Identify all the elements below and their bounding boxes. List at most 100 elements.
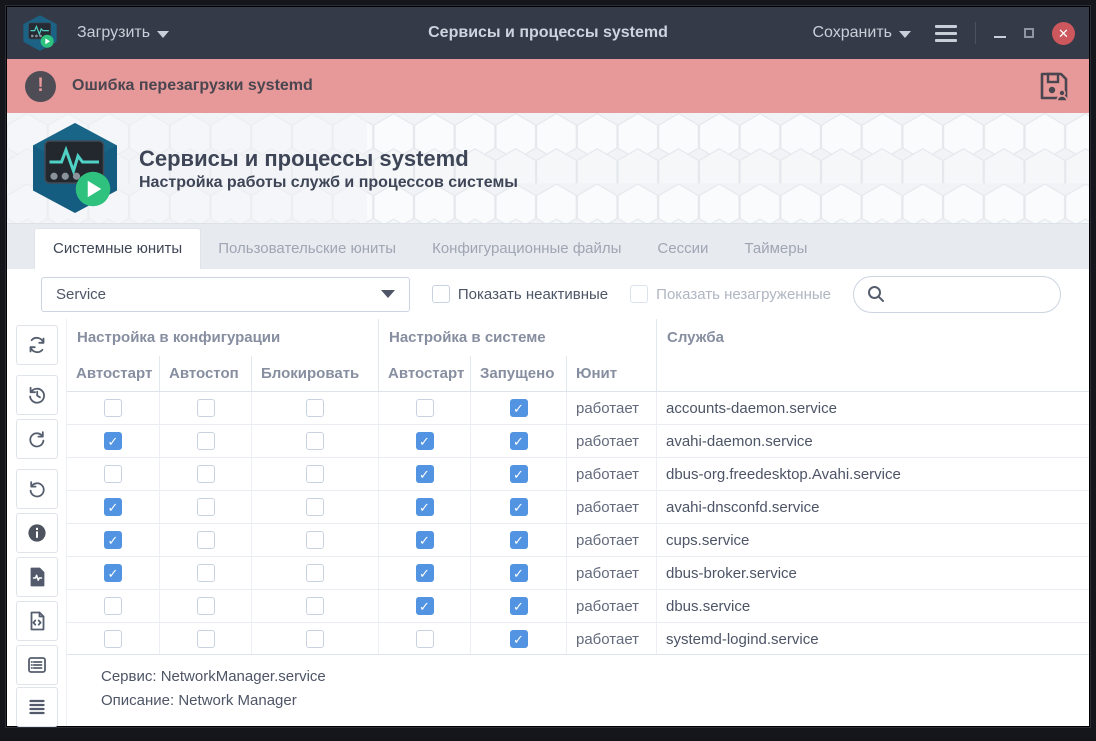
checkbox-autostop[interactable] (197, 531, 215, 549)
table-row[interactable]: работает dbus.service (67, 590, 1089, 623)
load-button[interactable]: Загрузить (77, 24, 169, 42)
unit-name: dbus-broker.service (657, 557, 1089, 589)
checkbox-autostart-system[interactable] (416, 630, 434, 648)
checkbox-icon (630, 285, 648, 303)
reload-unit-button[interactable] (16, 419, 58, 459)
chevron-down-icon (381, 290, 395, 298)
unit-name: dbus.service (657, 590, 1089, 622)
journal-button[interactable] (16, 557, 58, 597)
checkbox-autostop[interactable] (197, 597, 215, 615)
checkbox-autostart-system[interactable] (416, 531, 434, 549)
checkbox-block[interactable] (306, 498, 324, 516)
table-row[interactable]: работает avahi-daemon.service (67, 425, 1089, 458)
menu-button[interactable] (935, 25, 957, 42)
table-row[interactable]: работает dbus-broker.service (67, 557, 1089, 590)
minimize-button[interactable] (994, 36, 1006, 39)
history-button[interactable] (16, 375, 58, 415)
table-row[interactable]: работает dbus-org.freedesktop.Avahi.serv… (67, 458, 1089, 491)
checkbox-autostop[interactable] (197, 432, 215, 450)
checkbox-running[interactable] (510, 531, 528, 549)
checkbox-autostart-config[interactable] (104, 597, 122, 615)
unit-name: accounts-daemon.service (657, 392, 1089, 424)
menu-lines-icon (26, 696, 48, 718)
unit-type-dropdown[interactable]: Service (41, 277, 410, 312)
tab-config-files[interactable]: Конфигурационные файлы (414, 229, 639, 269)
checkbox-running[interactable] (510, 564, 528, 582)
col-running[interactable]: Запущено (471, 356, 567, 391)
checkbox-autostart-config[interactable] (104, 399, 122, 417)
checkbox-autostop[interactable] (197, 399, 215, 417)
checkbox-autostop[interactable] (197, 498, 215, 516)
checkbox-autostop[interactable] (197, 564, 215, 582)
table-row[interactable]: работает accounts-daemon.service (67, 392, 1089, 425)
col-block[interactable]: Блокировать (252, 356, 379, 391)
col-autostart-config[interactable]: Автостарт (67, 356, 160, 391)
checkbox-running[interactable] (510, 432, 528, 450)
unit-type-value: Service (56, 286, 106, 303)
col-autostart-system[interactable]: Автостарт (379, 356, 471, 391)
undo-button[interactable] (16, 469, 58, 509)
unit-state: работает (567, 623, 657, 654)
search-box[interactable] (853, 276, 1061, 313)
checkbox-icon (432, 285, 450, 303)
col-service-spacer (657, 356, 1089, 391)
close-button[interactable]: ✕ (1052, 22, 1075, 45)
checkbox-autostart-system[interactable] (416, 597, 434, 615)
checkbox-autostart-system[interactable] (416, 432, 434, 450)
checkbox-autostart-system[interactable] (416, 399, 434, 417)
tab-bar: Системные юниты Пользовательские юниты К… (7, 223, 1089, 269)
refresh-button[interactable] (16, 325, 58, 365)
checkbox-running[interactable] (510, 465, 528, 483)
checkbox-autostart-config[interactable] (104, 498, 122, 516)
table-row[interactable]: работает avahi-dnsconfd.service (67, 491, 1089, 524)
checkbox-autostart-system[interactable] (416, 498, 434, 516)
details-view-button[interactable] (16, 645, 58, 685)
unit-name: dbus-org.freedesktop.Avahi.service (657, 458, 1089, 490)
checkbox-autostart-system[interactable] (416, 465, 434, 483)
save-button[interactable]: Сохранить (812, 24, 911, 42)
checkbox-autostart-config[interactable] (104, 432, 122, 450)
save-user-icon[interactable] (1037, 69, 1071, 103)
refresh-icon (26, 334, 48, 356)
checkbox-running[interactable] (510, 399, 528, 417)
checkbox-autostart-config[interactable] (104, 630, 122, 648)
checkbox-block[interactable] (306, 531, 324, 549)
checkbox-running[interactable] (510, 597, 528, 615)
checkbox-block[interactable] (306, 630, 324, 648)
col-autostop[interactable]: Автостоп (160, 356, 252, 391)
checkbox-running[interactable] (510, 498, 528, 516)
info-button[interactable] (16, 513, 58, 553)
error-banner: ! Ошибка перезагрузки systemd (7, 59, 1089, 113)
checkbox-block[interactable] (306, 465, 324, 483)
checkbox-block[interactable] (306, 597, 324, 615)
unit-state: работает (567, 590, 657, 622)
chevron-down-icon (157, 31, 169, 38)
checkbox-block[interactable] (306, 432, 324, 450)
search-input[interactable] (892, 286, 1050, 303)
checkbox-autostop[interactable] (197, 465, 215, 483)
tab-system-units[interactable]: Системные юниты (35, 229, 200, 269)
table-row[interactable]: работает cups.service (67, 524, 1089, 557)
tab-user-units[interactable]: Пользовательские юниты (200, 229, 414, 269)
config-file-button[interactable] (16, 601, 58, 641)
undo-icon (26, 478, 48, 500)
checkbox-autostart-system[interactable] (416, 564, 434, 582)
checkbox-autostart-config[interactable] (104, 465, 122, 483)
group-header-system: Настройка в системе (379, 319, 657, 356)
table-row[interactable]: работает systemd-logind.service (67, 623, 1089, 654)
tab-timers[interactable]: Таймеры (726, 229, 825, 269)
status-menu-button[interactable] (16, 687, 58, 727)
checkbox-block[interactable] (306, 399, 324, 417)
checkbox-autostart-config[interactable] (104, 531, 122, 549)
checkbox-autostart-config[interactable] (104, 564, 122, 582)
col-unit[interactable]: Юнит (567, 356, 657, 391)
show-inactive-label: Показать неактивные (458, 286, 608, 303)
checkbox-running[interactable] (510, 630, 528, 648)
checkbox-block[interactable] (306, 564, 324, 582)
history-icon (26, 384, 48, 406)
app-logo (27, 120, 123, 216)
show-inactive-checkbox[interactable]: Показать неактивные (432, 285, 608, 303)
restore-button[interactable] (1024, 28, 1034, 38)
tab-sessions[interactable]: Сессии (639, 229, 726, 269)
checkbox-autostop[interactable] (197, 630, 215, 648)
